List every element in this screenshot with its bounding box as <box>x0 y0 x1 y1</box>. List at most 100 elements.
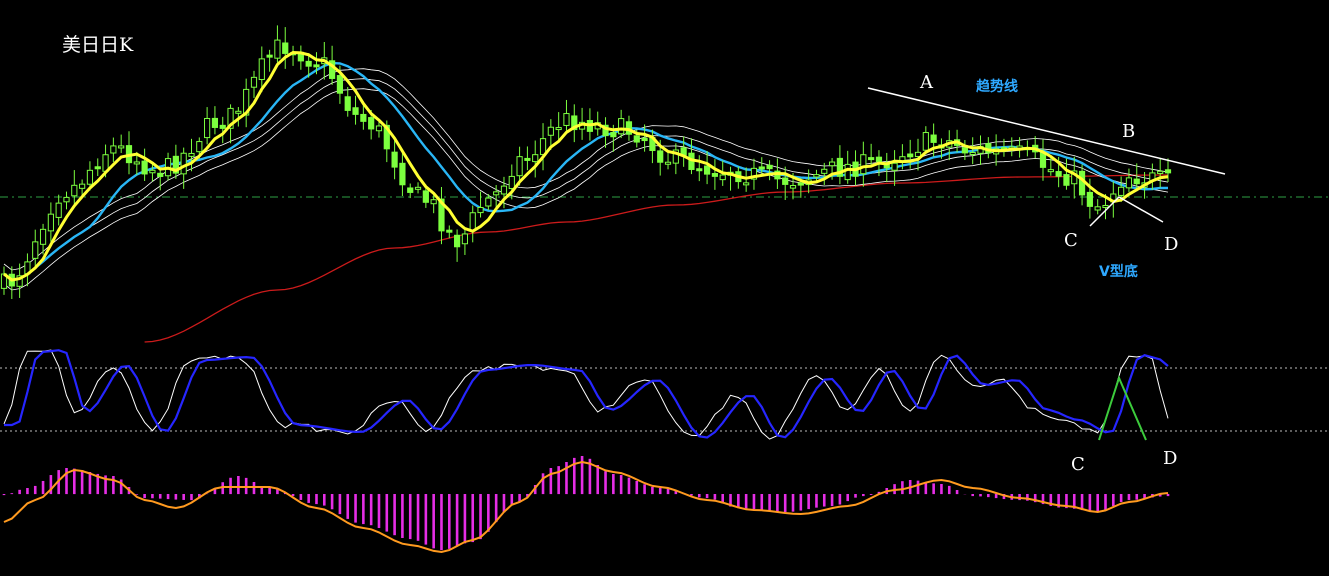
label-c-price: C <box>1064 230 1078 251</box>
candle-body <box>696 168 703 172</box>
candle-body <box>266 54 273 58</box>
candle-body <box>110 145 117 154</box>
candle-body <box>407 187 414 193</box>
label-v-bottom: V型底 <box>1099 263 1138 280</box>
candle-body <box>657 150 664 163</box>
candle-body <box>524 157 531 161</box>
candle-body <box>32 241 39 259</box>
candle-body <box>188 152 195 157</box>
candle-body <box>641 137 648 142</box>
candle-body <box>352 107 359 115</box>
candle-body <box>86 169 94 185</box>
chart-title: 美日日K <box>62 34 134 56</box>
candle-body <box>313 64 320 68</box>
candle-body <box>219 124 226 129</box>
candle-body <box>516 156 523 177</box>
candle-body <box>204 117 211 139</box>
candle-body <box>711 173 718 177</box>
candle-body <box>71 184 78 197</box>
candle-body <box>532 154 539 163</box>
candle-body <box>1047 169 1054 173</box>
candle-body <box>1164 169 1172 174</box>
candle-body <box>907 153 914 158</box>
candle-body <box>414 186 422 190</box>
candle-body <box>391 151 398 168</box>
label-d-kd: D <box>1163 448 1177 469</box>
candle-body <box>282 42 289 54</box>
candle-body <box>485 197 492 207</box>
candle-body <box>79 183 86 189</box>
candle-body <box>618 118 625 135</box>
candle-body <box>469 212 476 232</box>
candle-body <box>821 168 828 174</box>
label-b: B <box>1122 121 1135 142</box>
candle-body <box>1063 174 1070 186</box>
candle-body <box>454 234 461 248</box>
candle-body <box>500 185 508 195</box>
candle-body <box>446 229 453 233</box>
candle-body <box>1133 178 1140 185</box>
candle-body <box>813 174 820 178</box>
candle-body <box>797 182 804 186</box>
candle-body <box>336 75 344 94</box>
candle-body <box>39 228 47 245</box>
candle-body <box>1118 186 1125 196</box>
candle-body <box>47 213 54 232</box>
candle-body <box>1102 204 1109 208</box>
candle-body <box>961 147 968 154</box>
candle-body <box>758 166 765 170</box>
label-a: A <box>919 72 934 93</box>
candle-body <box>157 172 164 177</box>
candle-body <box>875 156 883 163</box>
label-trendline: 趋势线 <box>976 78 1018 95</box>
candle-body <box>828 161 836 167</box>
candle-body <box>399 162 406 186</box>
candle-body <box>118 145 125 149</box>
candle-body <box>258 58 265 81</box>
chart-svg: A B C D 趋势线 V型底 C D <box>0 0 1329 576</box>
candle-body <box>360 113 367 122</box>
candle-body <box>375 125 383 132</box>
candle-body <box>1125 177 1133 189</box>
candle-body <box>344 96 351 111</box>
candle-body <box>63 196 70 203</box>
candle-body <box>891 162 898 171</box>
candle-body <box>1157 170 1164 174</box>
candle-body <box>868 157 875 161</box>
candle-body <box>461 233 469 245</box>
candle-body <box>422 190 429 203</box>
candle-body <box>235 110 242 114</box>
candle-body <box>274 39 281 59</box>
candle-body <box>430 199 437 205</box>
candle-body <box>508 175 515 190</box>
candle-body <box>610 132 617 138</box>
candle-body <box>94 166 101 170</box>
candle-body <box>368 117 375 130</box>
candle-body <box>563 113 570 126</box>
label-d-price: D <box>1164 234 1178 255</box>
candle-body <box>782 177 789 185</box>
candle-body <box>493 191 500 196</box>
candle-body <box>180 152 187 175</box>
candle-body <box>844 163 851 181</box>
candle-body <box>922 132 929 151</box>
candle-body <box>789 185 797 189</box>
candle-body <box>133 161 140 165</box>
candle-body <box>969 152 976 156</box>
candle-body <box>1094 206 1101 211</box>
candle-body <box>55 202 62 218</box>
candle-body <box>1086 191 1093 207</box>
candle-body <box>305 60 312 67</box>
candle-body <box>539 138 547 156</box>
candle-body <box>196 141 203 153</box>
candle-body <box>930 134 937 143</box>
candle-body <box>743 182 750 186</box>
chart-background <box>0 0 1329 576</box>
candle-body <box>860 154 867 175</box>
candle-body <box>703 165 711 175</box>
candle-body <box>149 169 156 174</box>
candle-body <box>555 127 562 131</box>
candle-body <box>766 164 773 170</box>
label-c-kd: C <box>1071 454 1085 475</box>
candle-body <box>141 160 148 175</box>
